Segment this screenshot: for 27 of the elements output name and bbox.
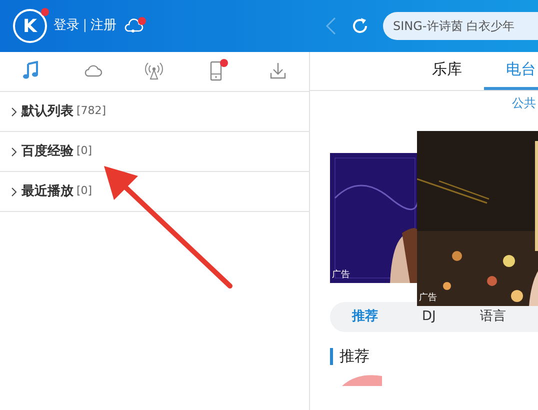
search-field[interactable]: SING-许诗茵 白衣少年 (383, 12, 538, 40)
playlist-count: [0] (76, 143, 92, 160)
register-link[interactable]: 注册 (90, 16, 116, 36)
chevron-icon (10, 186, 18, 196)
playlist-item[interactable]: 默认列表 [782] (0, 92, 309, 132)
ad-tag: 广告 (419, 292, 437, 305)
main-tab[interactable]: 乐库 (410, 52, 484, 90)
radio-tab-icon[interactable] (144, 61, 164, 82)
playlist-count: [0] (76, 183, 92, 200)
category-tab[interactable]: 语言 (458, 307, 528, 327)
sub-link[interactable]: 公共 (512, 96, 536, 110)
login-link[interactable]: 登录 (54, 16, 80, 36)
playlist-count: [782] (76, 103, 106, 120)
download-tab-icon[interactable] (268, 61, 288, 82)
notification-dot (41, 8, 49, 16)
refresh-icon[interactable] (350, 16, 370, 36)
main-tab[interactable]: 电台 (484, 52, 538, 90)
separator: | (82, 17, 88, 36)
section-title: 推荐 (340, 346, 370, 367)
chevron-icon (10, 106, 18, 116)
playlist-name: 百度经验 (21, 142, 74, 161)
ad-tag: 广告 (332, 268, 350, 282)
music-tab-icon[interactable] (20, 61, 41, 82)
playlist-name: 最近播放 (21, 182, 74, 201)
category-tab[interactable]: DJ (400, 307, 458, 327)
chevron-icon (10, 146, 18, 156)
playlist-name: 默认列表 (21, 102, 74, 121)
